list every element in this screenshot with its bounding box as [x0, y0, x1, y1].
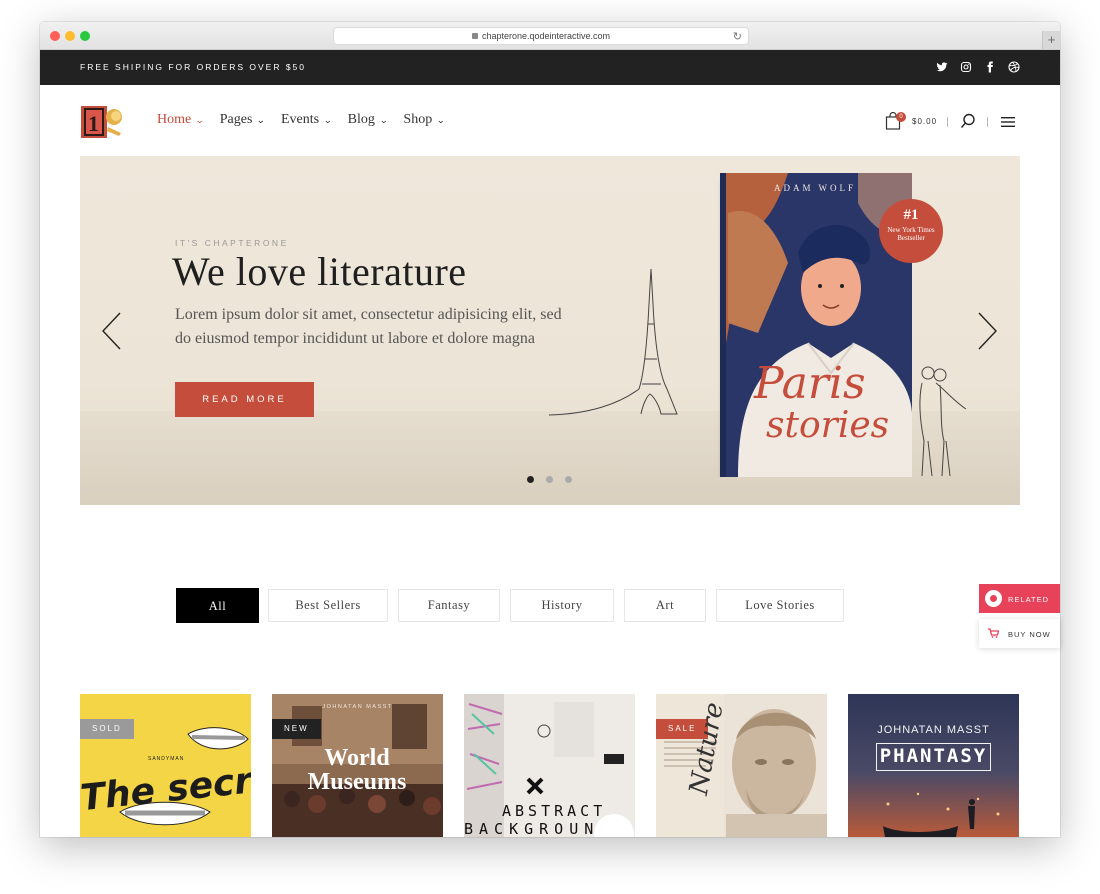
bestseller-badge: #1 New York Times Bestseller [879, 199, 943, 263]
book-title-line2: stories [766, 405, 890, 446]
filter-art[interactable]: Art [624, 589, 706, 622]
nav-item-shop[interactable]: Shop ⌄ [403, 112, 446, 128]
slide-dot-3[interactable] [565, 476, 572, 483]
product-card[interactable]: JOHNATAN MASST PHANTASY [848, 694, 1019, 837]
address-url: chapterone.qodeinteractive.com [481, 31, 611, 41]
slide-dot-2[interactable] [546, 476, 553, 483]
book-author: ADAM WOLF [773, 183, 857, 193]
filter-all[interactable]: All [176, 588, 259, 623]
product-title: World Museums [307, 745, 407, 795]
eiffel-tower-illustration [548, 264, 694, 419]
cart-total[interactable]: $0.00 [912, 117, 937, 126]
chevron-down-icon: ⌄ [379, 114, 389, 125]
hero-slider: IT'S CHAPTERONE We love literature Lorem… [80, 156, 1020, 505]
cart-icon [988, 628, 1000, 638]
filter-love-stories[interactable]: Love Stories [716, 589, 844, 622]
product-tag: SOLD [80, 719, 134, 739]
book-title-line1: Paris [754, 358, 866, 409]
nav-label: Events [280, 112, 320, 127]
browser-window: chapterone.qodeinteractive.com ↻ + FREE … [40, 22, 1060, 837]
address-bar[interactable]: chapterone.qodeinteractive.com ↻ [333, 27, 749, 45]
product-tag: NEW [272, 719, 321, 739]
buy-now-label: BUY NOW [1008, 630, 1051, 639]
product-card[interactable]: ABSTRACT BACKGROUN [464, 694, 635, 837]
badge-rank: #1 [903, 207, 919, 223]
slider-next-arrow-icon[interactable] [975, 311, 999, 351]
reload-icon[interactable]: ↻ [733, 29, 742, 45]
product-title: ABSTRACT [502, 802, 607, 820]
minimize-window-button[interactable] [65, 31, 75, 41]
product-subtitle: BACKGROUN [464, 820, 600, 837]
twitter-icon[interactable] [936, 61, 948, 73]
nav-item-home[interactable]: Home ⌄ [157, 112, 205, 128]
nav-item-pages[interactable]: Pages ⌄ [219, 112, 266, 128]
filter-fantasy[interactable]: Fantasy [398, 589, 500, 622]
filter-history[interactable]: History [510, 589, 614, 622]
nav-item-blog[interactable]: Blog ⌄ [347, 112, 389, 128]
instagram-icon[interactable] [960, 61, 972, 73]
product-grid: SOLD SANDYMAN The secrets NEW JOHNATAN M… [80, 694, 1020, 837]
nav-item-events[interactable]: Events ⌄ [281, 112, 332, 128]
main-navigation: Home ⌄ Pages ⌄ Events ⌄ Blog ⌄ Shop ⌄ [157, 112, 461, 128]
close-window-button[interactable] [50, 31, 60, 41]
site-header: 1 Home ⌄ Pages ⌄ Events ⌄ Blog ⌄ Shop ⌄ 0 $0.… [40, 85, 1060, 156]
read-more-button[interactable]: READ MORE [175, 382, 314, 417]
facebook-icon[interactable] [984, 61, 996, 73]
maximize-window-button[interactable] [80, 31, 90, 41]
chevron-down-icon: ⌄ [323, 114, 333, 125]
logo-number: 1 [88, 111, 99, 136]
product-title: PHANTASY [876, 743, 991, 771]
nav-label: Shop [403, 112, 433, 127]
related-label: RELATED [1008, 595, 1050, 604]
shipping-notice: FREE SHIPING FOR ORDERS OVER $50 [80, 62, 307, 72]
product-card[interactable]: NEW JOHNATAN MASST World Museums [272, 694, 443, 837]
new-tab-button[interactable]: + [1042, 31, 1060, 49]
hamburger-menu-icon[interactable] [1001, 115, 1015, 127]
nav-label: Pages [219, 112, 253, 127]
cart-count-badge: 0 [896, 112, 906, 122]
header-divider [947, 117, 948, 127]
header-divider [987, 117, 988, 127]
slide-dot-1[interactable] [527, 476, 534, 483]
product-publisher: SANDYMAN [148, 756, 185, 762]
chevron-down-icon: ⌄ [195, 114, 205, 125]
nav-label: Blog [347, 112, 375, 127]
search-icon[interactable] [960, 113, 976, 129]
hero-text: Lorem ipsum dolor sit amet, consectetur … [175, 306, 562, 347]
lock-icon [471, 33, 478, 39]
product-author: JOHNATAN MASST [877, 724, 990, 736]
buy-now-widget-button[interactable]: BUY NOW [979, 619, 1060, 648]
chevron-down-icon: ⌄ [256, 114, 266, 125]
browser-titlebar: chapterone.qodeinteractive.com ↻ + [40, 22, 1060, 50]
badge-text: New York Times Bestseller [887, 226, 935, 242]
hero-eyebrow: IT'S CHAPTERONE [175, 238, 289, 248]
filter-best-sellers[interactable]: Best Sellers [268, 589, 388, 622]
hero-title: We love literature [172, 249, 467, 294]
top-announcement-bar: FREE SHIPING FOR ORDERS OVER $50 [40, 50, 1060, 85]
related-icon [985, 590, 1002, 607]
dribbble-icon[interactable] [1008, 61, 1020, 73]
nav-label: Home [157, 112, 192, 127]
slider-pagination [527, 476, 572, 483]
couple-illustration [906, 361, 970, 479]
product-author: JOHNATAN MASST [322, 704, 393, 710]
product-card[interactable]: SALE Nature [656, 694, 827, 837]
category-filters: All Best Sellers Fantasy History Art Lov… [176, 588, 844, 623]
related-widget-button[interactable]: RELATED [979, 584, 1060, 613]
product-card[interactable]: SOLD SANDYMAN The secrets [80, 694, 251, 837]
social-links [936, 61, 1020, 73]
chevron-down-icon: ⌄ [436, 114, 446, 125]
site-logo[interactable]: 1 [81, 103, 125, 139]
slider-prev-arrow-icon[interactable] [100, 311, 124, 351]
